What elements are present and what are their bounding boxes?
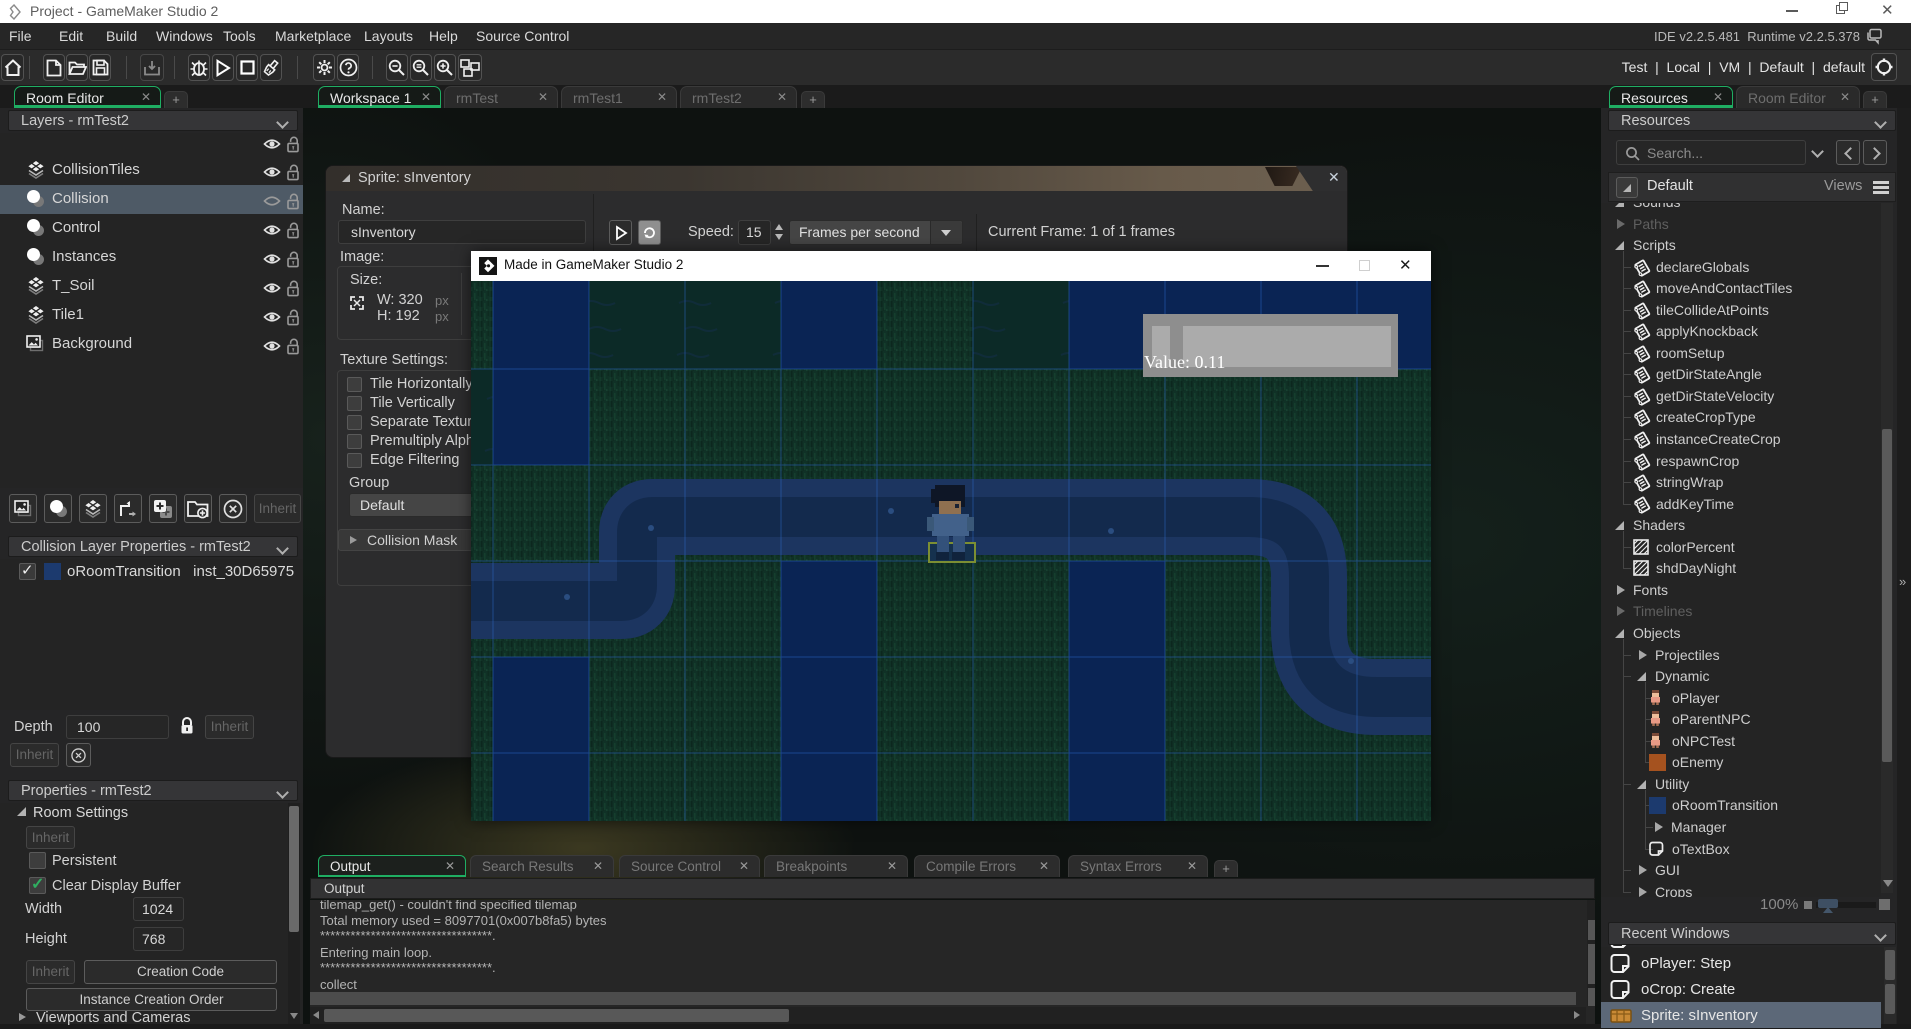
svg-text:Value: 0.11: Value: 0.11 [1144, 352, 1225, 372]
